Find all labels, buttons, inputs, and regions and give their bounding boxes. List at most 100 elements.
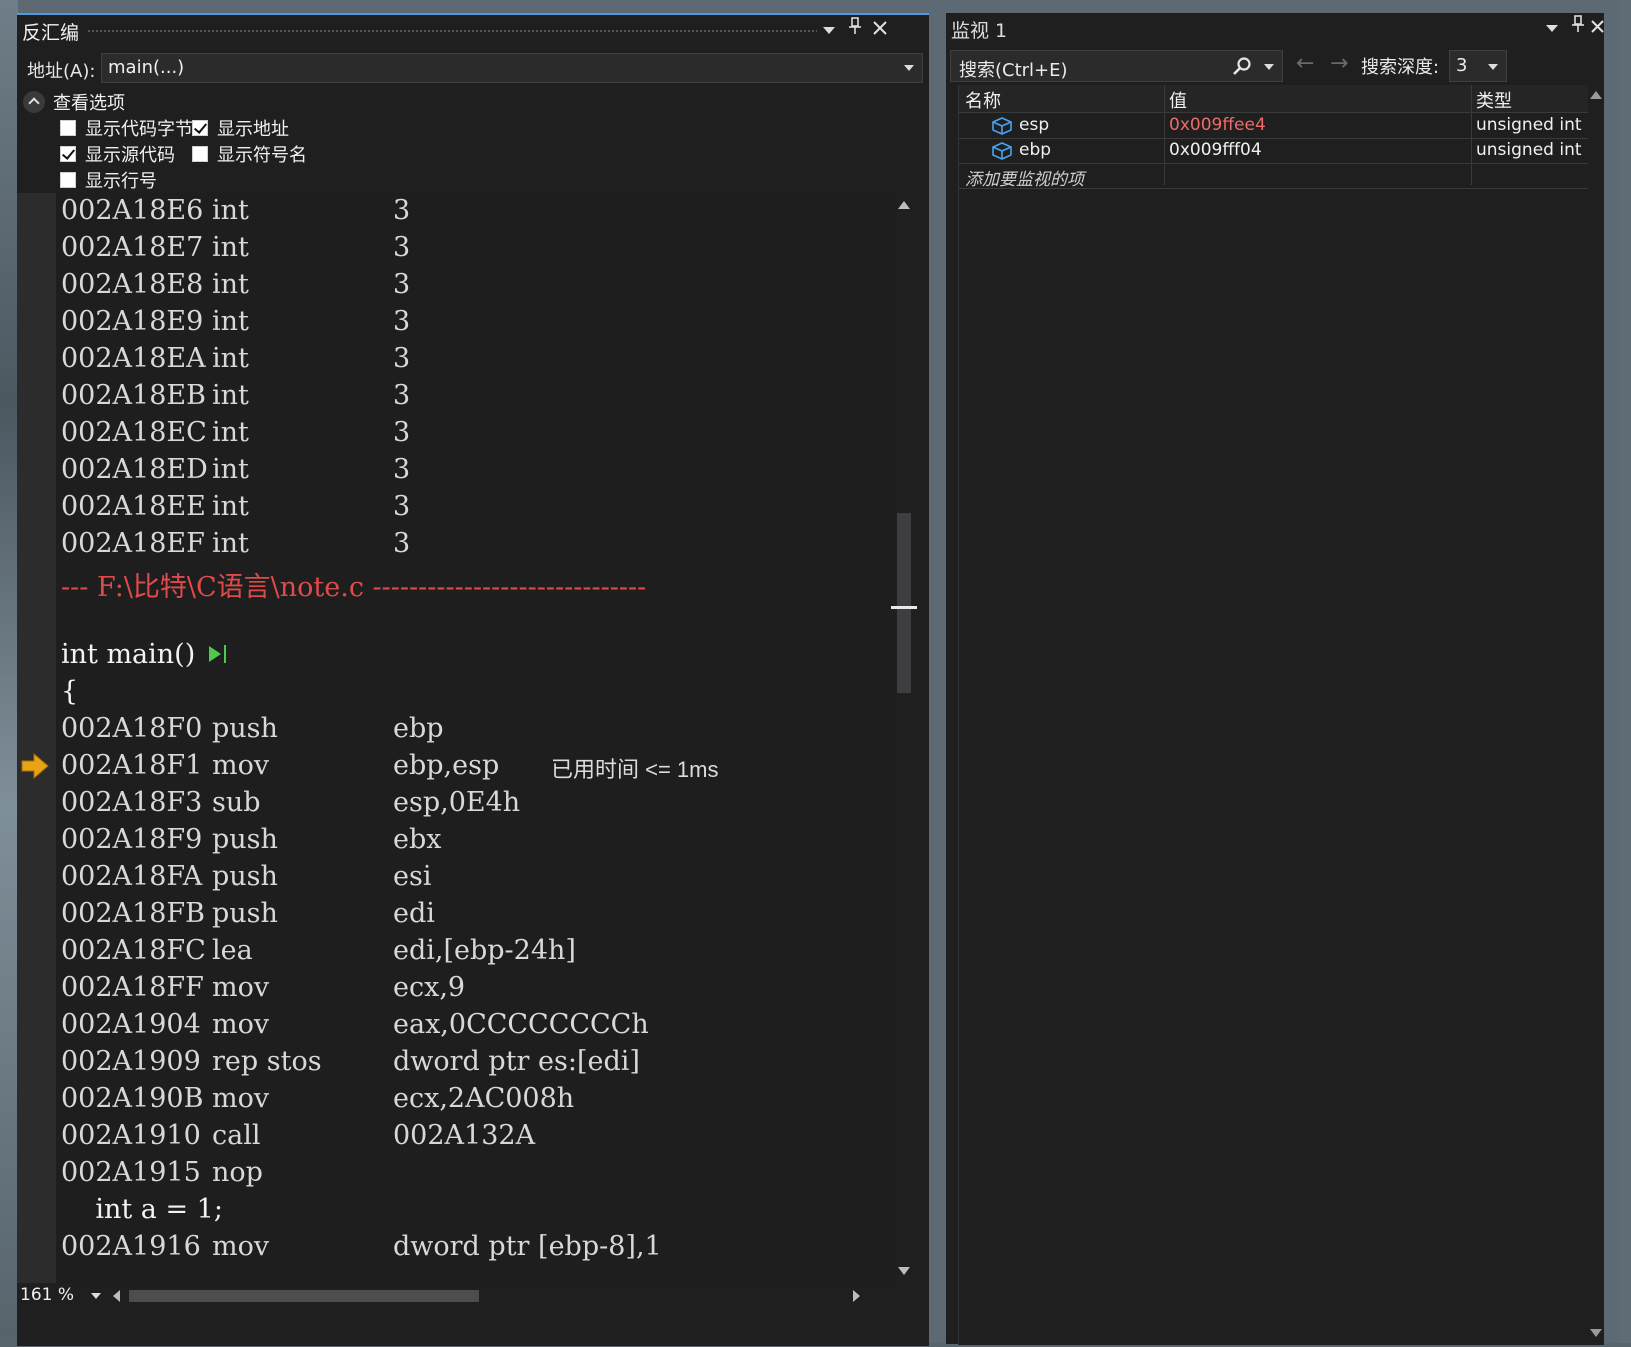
scroll-down-icon[interactable] — [1590, 1329, 1602, 1337]
opcode: push — [212, 861, 278, 892]
watch-row[interactable]: esp 0x009ffee4 unsigned int — [959, 113, 1589, 139]
opcode: call — [212, 1120, 261, 1151]
zoom-dropdown-icon[interactable] — [91, 1293, 101, 1299]
add-watch-row[interactable]: 添加要监视的项 — [959, 163, 1589, 190]
column-header-value[interactable]: 值 — [1169, 87, 1187, 113]
opcode: mov — [212, 1009, 270, 1040]
column-header-name[interactable]: 名称 — [965, 87, 1001, 113]
caret-position-marker — [891, 606, 917, 609]
opcode: int — [212, 528, 249, 559]
scroll-right-icon[interactable] — [853, 1290, 860, 1302]
operand: ebp — [393, 713, 444, 744]
watch-value[interactable]: 0x009ffee4 — [1169, 115, 1266, 135]
operand: 002A132A — [393, 1120, 536, 1151]
scroll-up-icon[interactable] — [1590, 91, 1602, 99]
show-address-checkbox[interactable]: 显示地址 — [192, 115, 289, 141]
search-depth-select[interactable]: 3 — [1449, 50, 1507, 82]
operand: ebp,esp — [393, 750, 500, 781]
operand: esp,0E4h — [393, 787, 521, 818]
search-back-arrow-icon[interactable]: ← — [1296, 51, 1314, 76]
collapse-icon[interactable] — [23, 91, 45, 113]
watch-name[interactable]: esp — [1019, 115, 1049, 135]
watch-search-row: 搜索(Ctrl+E) ← → 搜索深度: 3 — [946, 49, 1604, 85]
close-icon[interactable] — [868, 17, 892, 43]
opcode: push — [212, 824, 278, 855]
search-forward-arrow-icon[interactable]: → — [1330, 51, 1348, 76]
checkbox-label: 显示行号 — [85, 171, 157, 192]
pin-icon[interactable] — [1566, 15, 1590, 41]
address-value[interactable]: main(...) — [108, 57, 184, 78]
zoom-level[interactable]: 161 % — [20, 1285, 74, 1305]
address: 002A1909 — [61, 1046, 201, 1077]
opcode: push — [212, 898, 278, 929]
scroll-thumb[interactable] — [897, 513, 911, 693]
scroll-left-icon[interactable] — [113, 1290, 120, 1302]
opcode: int — [212, 380, 249, 411]
disassembly-titlebar[interactable]: 反汇编 — [17, 15, 929, 45]
view-options-header[interactable]: 查看选项 — [17, 87, 929, 117]
opcode: lea — [212, 935, 253, 966]
opcode: int — [212, 343, 249, 374]
variable-cube-icon — [992, 117, 1012, 135]
view-options-label: 查看选项 — [53, 93, 125, 114]
checkbox-box[interactable] — [192, 120, 208, 136]
address: 002A1915 — [61, 1157, 201, 1188]
run-to-here-icon[interactable] — [209, 645, 222, 662]
watch-titlebar[interactable]: 监视 1 — [946, 13, 1604, 43]
address: 002A18FF — [61, 972, 204, 1003]
watch-vertical-scrollbar[interactable] — [1588, 85, 1604, 1345]
operand: 3 — [393, 528, 411, 559]
source-line[interactable]: int a = 1; — [61, 1194, 223, 1231]
instruction-pointer-arrow-icon — [21, 752, 49, 780]
show-line-numbers-checkbox[interactable]: 显示行号 — [60, 167, 157, 193]
search-options-dropdown-icon[interactable] — [1264, 64, 1274, 70]
add-watch-hint[interactable]: 添加要监视的项 — [965, 165, 1084, 190]
watch-name[interactable]: ebp — [1019, 140, 1051, 160]
checkbox-label: 显示符号名 — [217, 145, 307, 166]
address-row: 地址(A): main(...) — [17, 49, 929, 85]
source-line[interactable]: int main() — [61, 639, 227, 676]
watch-row[interactable]: ebp 0x009fff04 unsigned int — [959, 138, 1589, 164]
vertical-scrollbar[interactable] — [891, 193, 917, 1283]
watch-title: 监视 1 — [951, 20, 1008, 42]
address-combobox[interactable]: main(...) — [101, 53, 923, 83]
column-header-type[interactable]: 类型 — [1476, 87, 1512, 113]
indicator-margin[interactable] — [17, 193, 56, 1283]
chevron-down-icon[interactable] — [1488, 64, 1498, 70]
watch-value[interactable]: 0x009fff04 — [1169, 140, 1262, 160]
pin-icon[interactable] — [843, 17, 867, 43]
operand: dword ptr es:[edi] — [393, 1046, 640, 1077]
search-icon[interactable] — [1232, 56, 1252, 76]
opcode: int — [212, 232, 249, 263]
operand: 3 — [393, 306, 411, 337]
search-depth-value[interactable]: 3 — [1456, 55, 1467, 76]
search-depth-label: 搜索深度: — [1361, 57, 1440, 78]
desktop-background-right — [1619, 0, 1631, 1347]
chevron-down-icon[interactable] — [904, 65, 914, 71]
variable-cube-icon — [992, 142, 1012, 160]
show-source-checkbox[interactable]: 显示源代码 — [60, 141, 175, 167]
scroll-up-icon[interactable] — [898, 201, 910, 209]
show-symbols-checkbox[interactable]: 显示符号名 — [192, 141, 307, 167]
window-position-dropdown-icon[interactable] — [1540, 15, 1564, 41]
close-icon[interactable] — [1591, 15, 1604, 41]
address: 002A190B — [61, 1083, 204, 1114]
opcode: int — [212, 269, 249, 300]
disassembly-code-view[interactable]: 002A18E6 int 3 002A18E7 int 3 002A18E8 int 3 0… — [56, 193, 891, 1283]
watch-grid: 名称 值 类型 esp 0x009ffee4 unsigned int ebp … — [958, 85, 1589, 1345]
window-position-dropdown-icon[interactable] — [817, 17, 841, 43]
titlebar-grip[interactable] — [87, 29, 817, 34]
scroll-down-icon[interactable] — [898, 1267, 910, 1275]
checkbox-box[interactable] — [60, 146, 76, 162]
bottom-bar: 161 % — [17, 1283, 917, 1309]
checkbox-box[interactable] — [60, 172, 76, 188]
opcode: nop — [212, 1157, 263, 1188]
operand: 3 — [393, 380, 411, 411]
show-code-bytes-checkbox[interactable]: 显示代码字节 — [60, 115, 193, 141]
source-line[interactable]: { — [61, 676, 78, 713]
checkbox-box[interactable] — [60, 120, 76, 136]
search-input[interactable]: 搜索(Ctrl+E) — [950, 50, 1283, 82]
checkbox-box[interactable] — [192, 146, 208, 162]
horizontal-scroll-thumb[interactable] — [129, 1290, 479, 1302]
opcode: int — [212, 454, 249, 485]
